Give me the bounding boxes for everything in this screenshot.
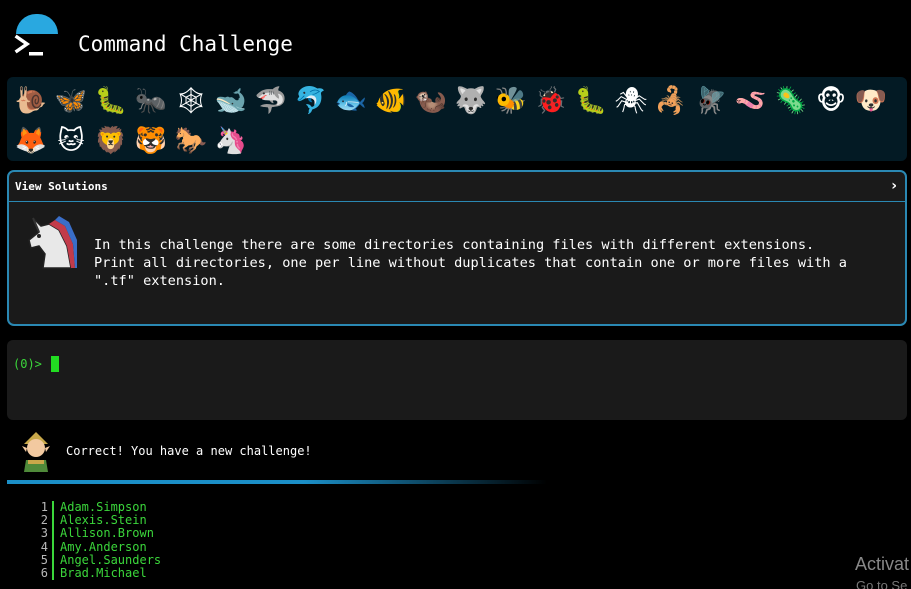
view-solutions-label: View Solutions bbox=[15, 180, 108, 193]
windows-activation-subtext: Go to Se bbox=[856, 578, 908, 589]
snail-icon[interactable]: 🐌 bbox=[11, 81, 51, 121]
line-number: 6 bbox=[40, 565, 48, 580]
ant-icon[interactable]: 🐜 bbox=[131, 81, 171, 121]
feedback-row: Correct! You have a new challenge! bbox=[18, 430, 312, 472]
worm-pink-icon[interactable]: 🪱 bbox=[731, 81, 771, 121]
output-line: 3 Allison.Brown bbox=[36, 526, 161, 541]
fish-icon[interactable]: 🐟 bbox=[331, 81, 371, 121]
line-gutter bbox=[52, 501, 54, 515]
line-gutter bbox=[52, 514, 54, 528]
command-output: 1 Adam.Simpson 2 Alexis.Stein 3 Allison.Brown… bbox=[36, 500, 162, 581]
monkey-icon[interactable]: 🐵 bbox=[811, 81, 851, 121]
cat-icon[interactable]: 🐱 bbox=[51, 121, 91, 161]
output-text: Brad.Michael bbox=[60, 565, 147, 580]
terminal-logo-icon[interactable] bbox=[14, 32, 48, 60]
tiger-icon[interactable]: 🐯 bbox=[131, 121, 171, 161]
butterfly-icon[interactable]: 🦋 bbox=[51, 81, 91, 121]
shark-icon[interactable]: 🦈 bbox=[251, 81, 291, 121]
tropical-fish-icon[interactable]: 🐠 bbox=[371, 81, 411, 121]
unicorn-icon[interactable]: 🦄 bbox=[211, 121, 251, 161]
fox-icon[interactable]: 🦊 bbox=[11, 121, 51, 161]
dog-icon[interactable]: 🐶 bbox=[851, 81, 891, 121]
challenge-description: In this challenge there are some directo… bbox=[94, 237, 847, 289]
windows-activation-watermark: Activat bbox=[855, 554, 910, 574]
dolphin-icon[interactable]: 🐬 bbox=[291, 81, 331, 121]
line-gutter bbox=[52, 527, 54, 541]
line-gutter bbox=[52, 566, 54, 581]
challenge-badges: 🐌 🦋 🐛 🐜 🕸 🐋 🦈 🐬 🐟 🐠 🦦 🐺 🐝 🐞 🐛 🕷 🦂 🪰 🪱 🦠 🐵 🐶 🦊 🐱 🦁 🐯 🐎 🦄 bbox=[7, 77, 907, 161]
elf-avatar-icon bbox=[22, 432, 50, 472]
bee-icon[interactable]: 🐝 bbox=[491, 81, 531, 121]
line-number: 3 bbox=[40, 526, 48, 541]
view-solutions-toggle[interactable]: View Solutions › bbox=[9, 172, 905, 202]
caterpillar-icon[interactable]: 🐛 bbox=[91, 81, 131, 121]
scorpion-icon[interactable]: 🦂 bbox=[651, 81, 691, 121]
line-gutter bbox=[52, 553, 54, 567]
spider-web-icon[interactable]: 🕸 bbox=[171, 81, 211, 121]
progress-bar bbox=[7, 480, 547, 484]
microbe-icon[interactable]: 🦠 bbox=[771, 81, 811, 121]
line-number: 4 bbox=[40, 539, 48, 554]
chevron-right-icon[interactable]: › bbox=[891, 178, 897, 194]
terminal-cursor bbox=[51, 356, 59, 372]
wolf-icon[interactable]: 🐺 bbox=[451, 81, 491, 121]
lion-icon[interactable]: 🦁 bbox=[91, 121, 131, 161]
unicorn-mascot-icon bbox=[28, 216, 77, 269]
feedback-message: Correct! You have a new challenge! bbox=[66, 444, 312, 458]
spider-icon[interactable]: 🕷 bbox=[611, 81, 651, 121]
line-gutter bbox=[52, 540, 54, 554]
terminal-prompt: (0)> bbox=[13, 357, 42, 371]
output-text: Allison.Brown bbox=[60, 526, 154, 541]
app-title: Command Challenge bbox=[78, 32, 293, 56]
app-header: Command Challenge bbox=[0, 24, 911, 64]
worm-icon[interactable]: 🐛 bbox=[571, 81, 611, 121]
solutions-panel: View Solutions › In this challenge there… bbox=[7, 170, 907, 326]
line-number: 5 bbox=[40, 552, 48, 567]
fly-icon[interactable]: 🪰 bbox=[691, 81, 731, 121]
terminal-input-area[interactable]: (0)> bbox=[7, 340, 907, 420]
horse-icon[interactable]: 🐎 bbox=[171, 121, 211, 161]
output-text: Amy.Anderson bbox=[60, 539, 147, 554]
output-line: 4 Amy.Anderson bbox=[36, 539, 161, 554]
output-line: 6 Brad.Michael bbox=[36, 565, 161, 581]
otter-icon[interactable]: 🦦 bbox=[411, 81, 451, 121]
output-line: 5 Angel.Saunders bbox=[36, 552, 162, 567]
whale-icon[interactable]: 🐋 bbox=[211, 81, 251, 121]
ladybug-icon[interactable]: 🐞 bbox=[531, 81, 571, 121]
output-text: Angel.Saunders bbox=[60, 552, 162, 567]
